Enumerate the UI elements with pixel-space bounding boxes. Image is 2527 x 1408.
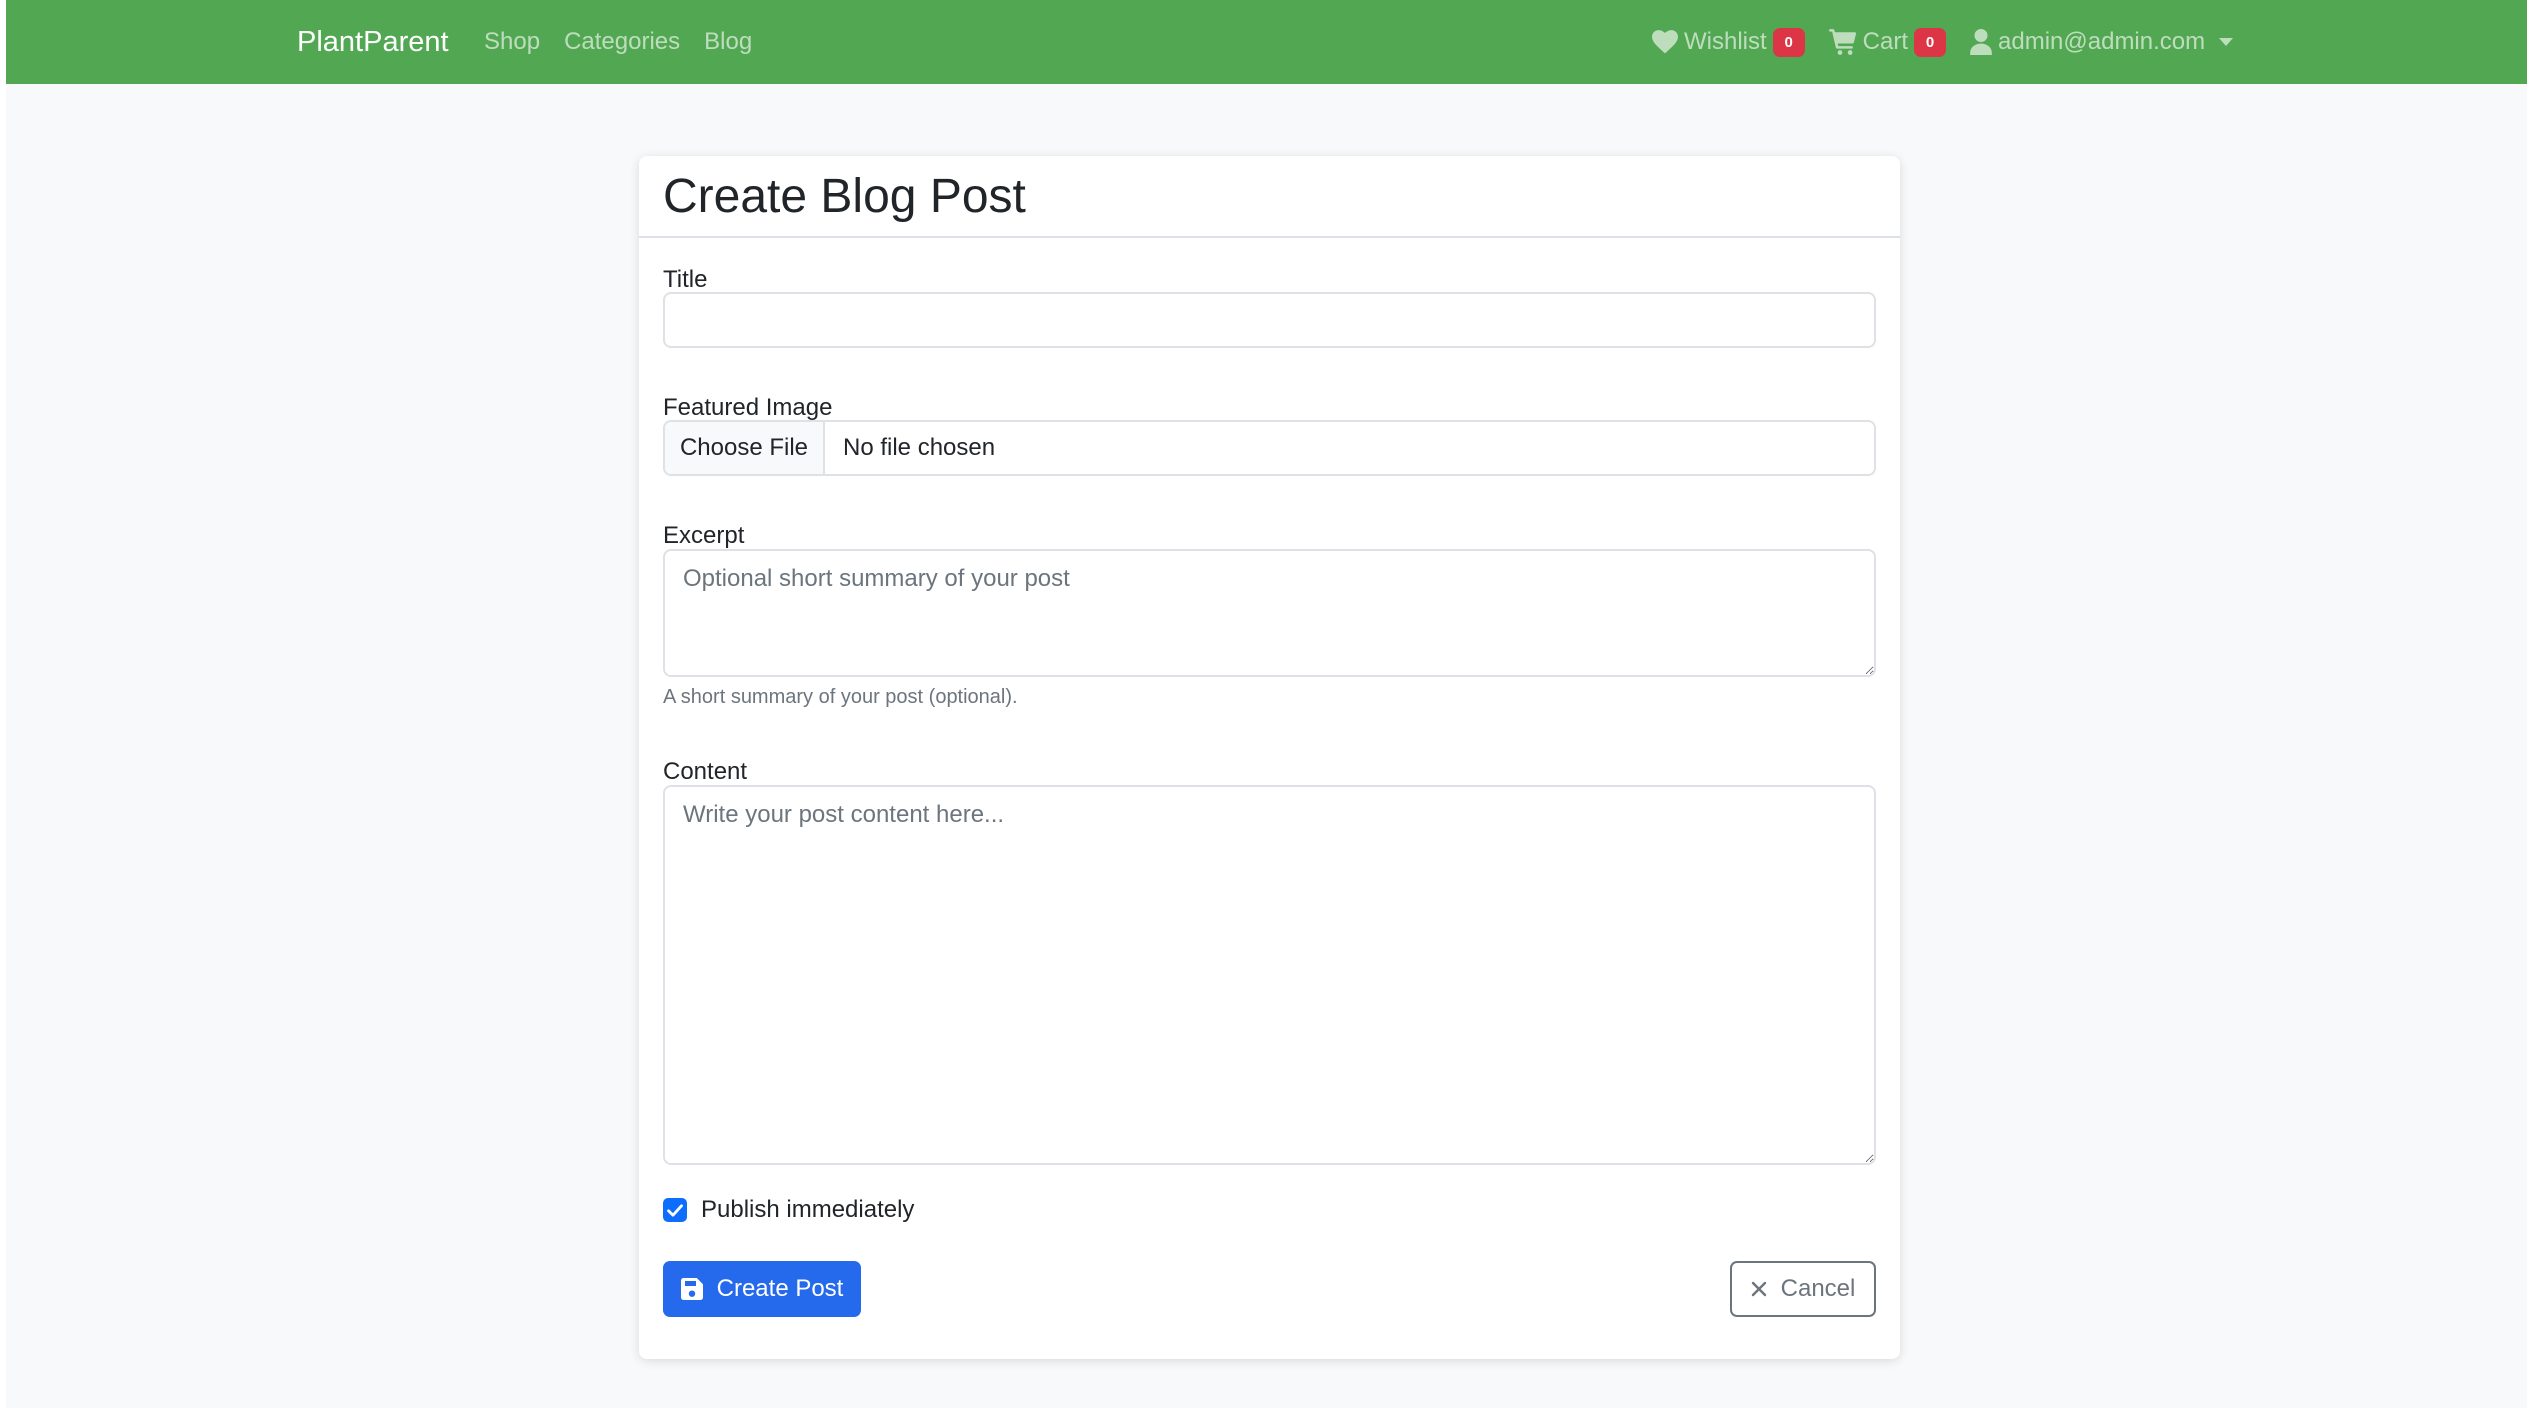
wishlist-link[interactable]: Wishlist 0 xyxy=(1652,27,1805,57)
choose-file-button[interactable]: Choose File xyxy=(665,422,825,474)
navbar: PlantParent Shop Categories Blog Wishlis… xyxy=(6,0,2527,84)
user-menu-toggle[interactable]: admin@admin.com xyxy=(1970,28,2234,56)
excerpt-label: Excerpt xyxy=(663,522,745,549)
featured-image-input[interactable]: Choose File No file chosen xyxy=(663,420,1876,476)
content-label: Content xyxy=(663,758,748,785)
featured-image-label: Featured Image xyxy=(663,394,833,421)
title-input[interactable] xyxy=(663,292,1876,348)
nav-links: Shop Categories Blog xyxy=(484,0,752,84)
page-title: Create Blog Post xyxy=(663,169,1026,223)
wishlist-count-badge: 0 xyxy=(1772,27,1805,57)
nav-link-blog[interactable]: Blog xyxy=(704,28,752,56)
user-icon xyxy=(1970,29,1992,55)
page-background: PlantParent Shop Categories Blog Wishlis… xyxy=(6,0,2527,1408)
card-header: Create Blog Post xyxy=(639,156,1900,238)
create-post-button[interactable]: Create Post xyxy=(663,1261,861,1317)
publish-label: Publish immediately xyxy=(701,1196,915,1223)
heart-icon xyxy=(1652,30,1678,54)
publish-row: Publish immediately xyxy=(663,1196,914,1224)
excerpt-help-text: A short summary of your post (optional). xyxy=(663,686,1018,708)
user-email: admin@admin.com xyxy=(1998,28,2206,55)
nav-link-shop[interactable]: Shop xyxy=(484,28,540,56)
cancel-label: Cancel xyxy=(1780,1275,1856,1302)
nav-right: Wishlist 0 Cart 0 admin@admin.com xyxy=(1652,0,2234,84)
checkmark-icon xyxy=(667,1203,683,1217)
create-post-card: Create Blog Post Title Featured Image Ch… xyxy=(639,156,1900,1359)
excerpt-textarea[interactable] xyxy=(663,549,1876,677)
close-icon xyxy=(1751,1281,1766,1297)
create-post-label: Create Post xyxy=(716,1275,844,1302)
wishlist-label: Wishlist xyxy=(1684,28,1767,55)
cart-count-badge: 0 xyxy=(1914,27,1947,57)
cart-label: Cart xyxy=(1862,28,1909,55)
cancel-button[interactable]: Cancel xyxy=(1730,1261,1876,1317)
file-status: No file chosen xyxy=(843,434,996,461)
brand-logo[interactable]: PlantParent xyxy=(297,0,449,84)
publish-checkbox[interactable] xyxy=(663,1198,687,1222)
cart-icon xyxy=(1828,29,1856,55)
title-label: Title xyxy=(663,266,708,293)
floppy-disk-icon xyxy=(680,1278,703,1300)
content-textarea[interactable] xyxy=(663,785,1876,1165)
chevron-down-icon xyxy=(2219,38,2234,46)
nav-link-categories[interactable]: Categories xyxy=(564,28,680,56)
cart-link[interactable]: Cart 0 xyxy=(1828,27,1947,57)
